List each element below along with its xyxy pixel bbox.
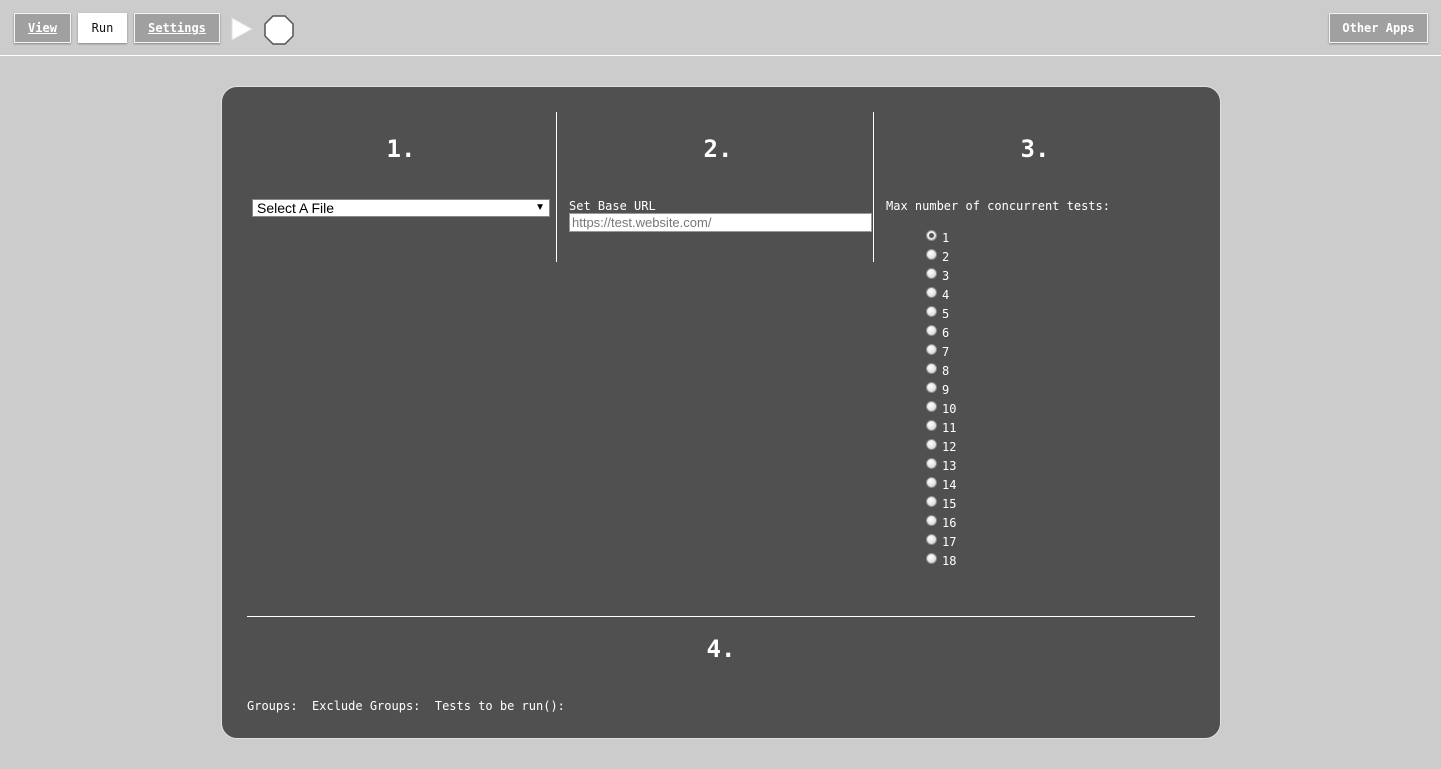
settings-button[interactable]: Settings: [134, 13, 220, 43]
radio-label: 2: [942, 250, 950, 264]
dropdown-arrow-icon: ▼: [535, 202, 545, 213]
step-3-heading: 3.: [1020, 135, 1050, 163]
base-url-input[interactable]: [569, 213, 872, 232]
radio-label: 15: [942, 497, 957, 511]
concurrency-option[interactable]: 8: [926, 360, 956, 379]
radio-button[interactable]: [926, 287, 937, 298]
radio-label: 12: [942, 440, 957, 454]
other-apps-button[interactable]: Other Apps: [1329, 13, 1428, 43]
section-divider: [247, 616, 1195, 617]
radio-button[interactable]: [926, 439, 937, 450]
concurrency-label: Max number of concurrent tests:: [886, 199, 1110, 213]
radio-button[interactable]: [926, 534, 937, 545]
radio-button[interactable]: [926, 344, 937, 355]
radio-button[interactable]: [926, 477, 937, 488]
concurrency-option[interactable]: 12: [926, 436, 956, 455]
concurrency-option[interactable]: 15: [926, 493, 956, 512]
radio-label: 17: [942, 535, 957, 549]
radio-button[interactable]: [926, 458, 937, 469]
step-4-heading: 4.: [706, 635, 736, 663]
concurrency-option[interactable]: 5: [926, 303, 956, 322]
radio-button[interactable]: [926, 230, 937, 241]
radio-button[interactable]: [926, 420, 937, 431]
groups-label: Groups:: [247, 699, 298, 713]
run-button[interactable]: Run: [78, 13, 127, 43]
column-divider-2: [873, 112, 874, 262]
radio-label: 16: [942, 516, 957, 530]
base-url-label: Set Base URL: [569, 199, 656, 213]
concurrency-option[interactable]: 13: [926, 455, 956, 474]
radio-button[interactable]: [926, 401, 937, 412]
concurrency-option[interactable]: 9: [926, 379, 956, 398]
radio-button[interactable]: [926, 382, 937, 393]
concurrency-option[interactable]: 16: [926, 512, 956, 531]
test-summary-row: Groups: Exclude Groups: Tests to be run(…: [247, 699, 565, 713]
concurrency-option[interactable]: 6: [926, 322, 956, 341]
file-select-dropdown[interactable]: Select A File ▼: [252, 199, 550, 217]
radio-label: 5: [942, 307, 950, 321]
concurrency-option[interactable]: 1: [926, 227, 956, 246]
concurrency-option[interactable]: 17: [926, 531, 956, 550]
radio-label: 18: [942, 554, 957, 568]
radio-label: 8: [942, 364, 950, 378]
radio-button[interactable]: [926, 306, 937, 317]
exclude-groups-label: Exclude Groups:: [312, 699, 421, 713]
concurrency-option[interactable]: 11: [926, 417, 956, 436]
concurrency-option[interactable]: 14: [926, 474, 956, 493]
run-config-panel: 1. Select A File ▼ 2. Set Base URL 3. Ma…: [221, 86, 1221, 739]
radio-button[interactable]: [926, 515, 937, 526]
column-divider-1: [556, 112, 557, 262]
concurrency-option[interactable]: 10: [926, 398, 956, 417]
radio-label: 13: [942, 459, 957, 473]
concurrency-radio-group: 1 2 3 4 5 6 7 8 9 10 11 12 13 14 15 16 17 18: [926, 227, 956, 569]
play-icon[interactable]: [231, 17, 253, 41]
concurrency-option[interactable]: 4: [926, 284, 956, 303]
radio-label: 3: [942, 269, 950, 283]
step-2-heading: 2.: [703, 135, 733, 163]
radio-label: 6: [942, 326, 950, 340]
radio-label: 9: [942, 383, 950, 397]
concurrency-option[interactable]: 2: [926, 246, 956, 265]
step-1-heading: 1.: [386, 135, 416, 163]
tests-to-run-label: Tests to be run():: [434, 699, 565, 713]
radio-button[interactable]: [926, 325, 937, 336]
radio-label: 4: [942, 288, 950, 302]
radio-label: 14: [942, 478, 957, 492]
radio-label: 1: [942, 231, 950, 245]
concurrency-option[interactable]: 3: [926, 265, 956, 284]
radio-label: 7: [942, 345, 950, 359]
concurrency-option[interactable]: 7: [926, 341, 956, 360]
file-select-value: Select A File: [257, 200, 335, 216]
radio-button[interactable]: [926, 553, 937, 564]
radio-label: 11: [942, 421, 957, 435]
concurrency-option[interactable]: 18: [926, 550, 956, 569]
radio-label: 10: [942, 402, 957, 416]
view-button[interactable]: View: [14, 13, 71, 43]
radio-button[interactable]: [926, 363, 937, 374]
radio-button[interactable]: [926, 268, 937, 279]
top-toolbar: View Run Settings Other Apps: [0, 0, 1441, 56]
radio-button[interactable]: [926, 249, 937, 260]
radio-button[interactable]: [926, 496, 937, 507]
stop-octagon-icon[interactable]: [264, 15, 294, 45]
